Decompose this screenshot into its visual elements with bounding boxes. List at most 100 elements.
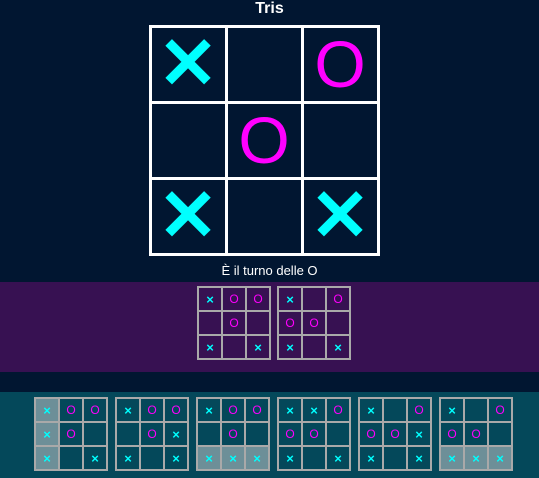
mini-cell: O [164,398,188,422]
mini-cell: O [464,422,488,446]
mini-cell: × [35,446,59,470]
mini-cell [59,446,83,470]
mini-x-mark: × [472,450,480,466]
mini-o-mark: O [309,427,319,441]
mini-x-mark: × [334,450,342,466]
mini-cell: × [35,398,59,422]
mini-cell: × [278,287,302,311]
board-cell-3[interactable] [148,100,228,180]
mini-cell: O [221,422,245,446]
mini-cell: × [407,446,431,470]
mini-o-mark: O [228,403,238,417]
mini-o-mark: O [285,316,295,330]
mini-o-mark: O [309,316,319,330]
mini-cell: × [35,422,59,446]
mini-cell: O [359,422,383,446]
history-board-4[interactable]: × O O O × × × [358,397,432,471]
history-board-0[interactable]: × O O × O × × [34,397,108,471]
mini-cell [222,335,246,359]
mini-cell: × [83,446,107,470]
main-board: ✕ O O ✕ ✕ [148,24,380,256]
mini-cell [83,422,107,446]
mini-o-mark: O [147,403,157,417]
history-board-3[interactable]: × × O O O × × [277,397,351,471]
mini-o-mark: O [147,427,157,441]
mini-o-mark: O [285,427,295,441]
mini-cell: × [245,446,269,470]
mini-cell: × [464,446,488,470]
mini-cell: O [140,398,164,422]
mini-o-mark: O [495,403,505,417]
mini-cell: O [326,287,350,311]
mini-cell: × [278,398,302,422]
mini-cell: O [302,422,326,446]
mini-o-mark: O [253,292,263,306]
mini-x-mark: × [415,426,423,442]
mini-o-mark: O [229,316,239,330]
mini-cell [246,311,270,335]
candidate-board-0[interactable]: × O O O × × [197,286,271,360]
board-cell-x-mark: ✕ [157,24,219,104]
mini-cell [140,446,164,470]
mini-o-mark: O [228,427,238,441]
mini-x-mark: × [496,450,504,466]
board-cell-0[interactable]: ✕ [148,24,228,104]
mini-x-mark: × [43,450,51,466]
mini-cell: × [302,398,326,422]
mini-x-mark: × [205,450,213,466]
board-cell-4[interactable]: O [224,100,304,180]
mini-x-mark: × [448,450,456,466]
mini-cell [302,446,326,470]
board-cell-x-mark: ✕ [157,176,219,256]
mini-cell [383,446,407,470]
mini-o-mark: O [252,403,262,417]
mini-cell [198,311,222,335]
mini-cell [302,335,326,359]
history-board-2[interactable]: × O O O × × × [196,397,270,471]
mini-x-mark: × [124,450,132,466]
mini-x-mark: × [286,291,294,307]
mini-cell: O [59,422,83,446]
mini-x-mark: × [205,402,213,418]
board-cell-1[interactable] [224,24,304,104]
mini-x-mark: × [124,402,132,418]
candidate-board-1[interactable]: × O O O × × [277,286,351,360]
mini-cell: × [197,446,221,470]
turn-status: È il turno delle O [221,263,318,278]
board-cell-2[interactable]: O [300,24,380,104]
history-board-5[interactable]: × O O O × × × [439,397,513,471]
board-cell-6[interactable]: ✕ [148,176,228,256]
mini-cell: × [488,446,512,470]
mini-cell: O [278,311,302,335]
board-cell-7[interactable] [224,176,304,256]
mini-cell: O [302,311,326,335]
mini-o-mark: O [333,292,343,306]
mini-o-mark: O [414,403,424,417]
history-board-1[interactable]: × O O O × × × [115,397,189,471]
mini-cell: × [359,398,383,422]
mini-cell: × [407,422,431,446]
board-cell-5[interactable] [300,100,380,180]
mini-cell: O [440,422,464,446]
game-title: Tris [255,0,284,17]
mini-cell: O [140,422,164,446]
mini-x-mark: × [367,450,375,466]
mini-x-mark: × [254,339,262,355]
mini-x-mark: × [415,450,423,466]
mini-cell [116,422,140,446]
mini-cell [464,398,488,422]
mini-cell: × [197,398,221,422]
mini-x-mark: × [91,450,99,466]
mini-x-mark: × [286,450,294,466]
mini-cell: × [278,335,302,359]
mini-x-mark: × [448,402,456,418]
mini-o-mark: O [333,403,343,417]
mini-cell: × [440,398,464,422]
mini-cell: × [221,446,245,470]
mini-cell: × [440,446,464,470]
mini-cell: O [383,422,407,446]
board-cell-8[interactable]: ✕ [300,176,380,256]
mini-cell: × [246,335,270,359]
board-cell-x-mark: ✕ [309,176,371,256]
mini-cell: O [278,422,302,446]
